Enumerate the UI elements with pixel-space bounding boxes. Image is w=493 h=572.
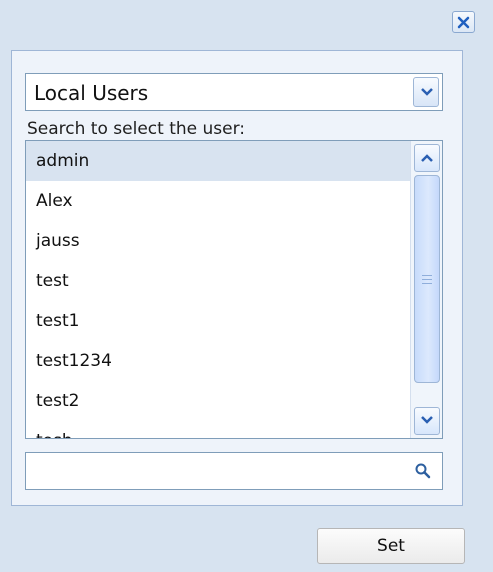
scrollbar-grip [422,275,432,285]
close-button[interactable] [452,11,475,33]
user-search-box [25,452,443,490]
dropdown-arrow-button[interactable] [413,77,439,107]
user-list-item[interactable]: admin [26,141,411,181]
user-list-item[interactable]: test2 [26,381,411,421]
set-button[interactable]: Set [317,528,465,564]
user-list-item[interactable]: test1234 [26,341,411,381]
user-list-scrollbar[interactable] [410,141,442,438]
user-list-item[interactable]: test [26,261,411,301]
chevron-down-icon [421,88,433,96]
user-list[interactable]: admin Alex jauss test test1 test1234 tes… [25,140,443,439]
user-search-input[interactable] [26,453,406,489]
scrollbar-thumb[interactable] [414,175,440,383]
user-list-item-partial[interactable]: tosh [26,421,411,438]
user-list-items: admin Alex jauss test test1 test1234 tes… [26,141,411,438]
user-source-value: Local Users [34,81,149,105]
scroll-up-button[interactable] [414,144,440,172]
search-icon[interactable] [414,462,432,480]
user-source-dropdown[interactable]: Local Users [25,73,443,111]
close-icon [457,16,470,29]
chevron-down-icon [421,416,433,424]
chevron-up-icon [421,154,433,162]
user-list-item[interactable]: Alex [26,181,411,221]
search-instruction-label: Search to select the user: [27,119,246,139]
user-list-item[interactable]: test1 [26,301,411,341]
scroll-down-button[interactable] [414,407,440,435]
user-list-item[interactable]: jauss [26,221,411,261]
select-user-dialog: Local Users Search to select the user: a… [0,0,493,572]
